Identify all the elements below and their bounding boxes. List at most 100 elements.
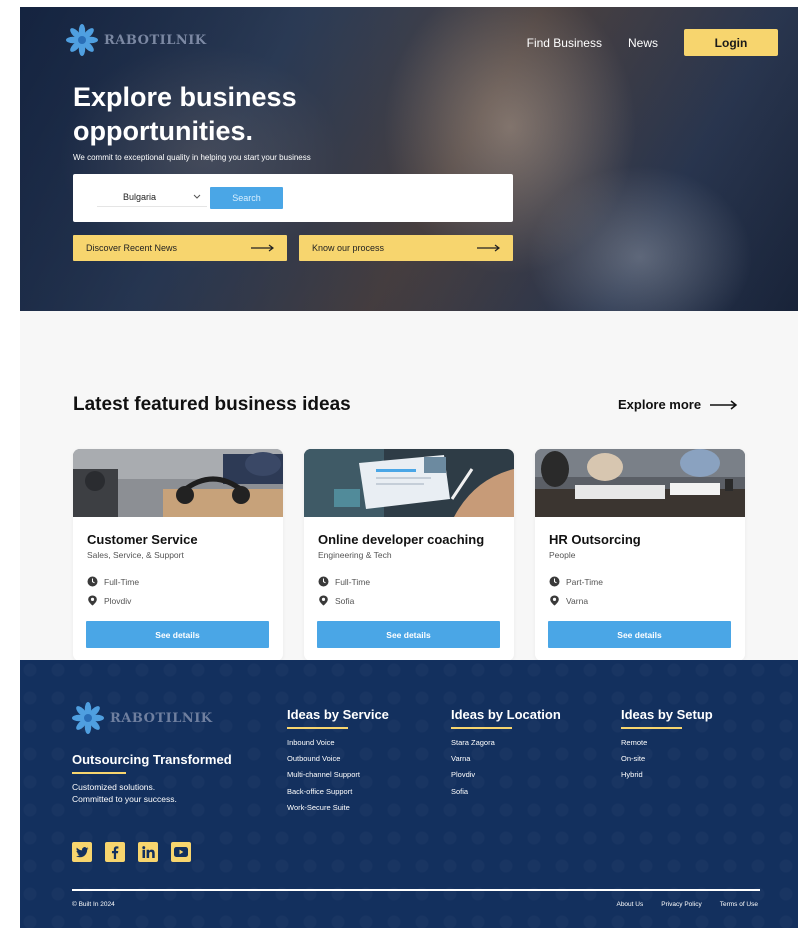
idea-card: HR Outsorcing People Part-Time Varna See… <box>535 449 745 661</box>
col-underline <box>287 727 348 729</box>
linkedin-icon[interactable] <box>138 842 158 862</box>
top-nav: Find Business News Login <box>527 29 778 56</box>
footer-link[interactable]: Multi-channel Support <box>287 770 360 786</box>
footer-description-line-1: Customized solutions. <box>72 782 156 792</box>
card-title: Online developer coaching <box>318 532 485 547</box>
nav-find-business[interactable]: Find Business <box>527 36 602 50</box>
tagline-underline <box>72 772 126 774</box>
facebook-icon[interactable] <box>105 842 125 862</box>
footer-link[interactable]: Hybrid <box>621 770 647 786</box>
footer-link[interactable]: Remote <box>621 738 647 754</box>
card-job-type: Full-Time <box>318 576 370 587</box>
social-links <box>72 842 191 862</box>
location-pin-icon <box>88 595 97 606</box>
see-details-button[interactable]: See details <box>548 621 731 648</box>
card-category: Engineering & Tech <box>318 550 392 560</box>
card-job-type-text: Full-Time <box>104 576 140 587</box>
idea-card: Online developer coaching Engineering & … <box>304 449 514 661</box>
card-category: People <box>549 550 576 560</box>
footer-link[interactable]: Sofia <box>451 787 495 803</box>
discover-news-label: Discover Recent News <box>86 243 178 253</box>
footer-col-service-title: Ideas by Service <box>287 707 389 722</box>
card-category: Sales, Service, & Support <box>87 550 184 560</box>
card-job-type: Full-Time <box>87 576 139 587</box>
footer-divider <box>72 889 760 891</box>
privacy-policy-link[interactable]: Privacy Policy <box>661 901 701 908</box>
col-underline <box>451 727 512 729</box>
card-image-meeting <box>535 449 745 517</box>
clock-icon <box>318 576 329 587</box>
idea-card: Customer Service Sales, Service, & Suppo… <box>73 449 283 661</box>
footer-description-line-2: Committed to your success. <box>72 794 177 804</box>
logo-text: RABOTILNIK <box>104 32 207 48</box>
footer-col-location-list: Stara Zagora Varna Plovdiv Sofia <box>451 738 495 803</box>
see-details-button[interactable]: See details <box>86 621 269 648</box>
search-panel: Bulgaria Search <box>73 174 513 222</box>
footer-link[interactable]: Work-Secure Suite <box>287 803 360 819</box>
footer-link[interactable]: Varna <box>451 754 495 770</box>
card-title: HR Outsorcing <box>549 532 641 547</box>
youtube-icon[interactable] <box>171 842 191 862</box>
card-location-text: Plovdiv <box>104 595 132 606</box>
country-select-value: Bulgaria <box>123 191 157 202</box>
hero-subtitle: We commit to exceptional quality in help… <box>73 153 311 162</box>
card-image-headset <box>73 449 283 517</box>
login-button[interactable]: Login <box>684 29 778 56</box>
card-job-type-text: Full-Time <box>335 576 371 587</box>
about-us-link[interactable]: About Us <box>616 901 643 908</box>
clock-icon <box>87 576 98 587</box>
see-details-button[interactable]: See details <box>317 621 500 648</box>
arrow-right-icon <box>710 399 738 410</box>
card-location: Sofia <box>318 595 354 606</box>
explore-more-label: Explore more <box>618 397 702 412</box>
card-job-type: Part-Time <box>549 576 603 587</box>
footer-copyright: © Built In 2024 <box>72 901 115 908</box>
footer-col-setup-title: Ideas by Setup <box>621 707 713 722</box>
card-location-text: Varna <box>566 595 589 606</box>
country-select[interactable]: Bulgaria <box>97 187 207 207</box>
terms-of-use-link[interactable]: Terms of Use <box>720 901 758 908</box>
location-pin-icon <box>550 595 559 606</box>
footer-link[interactable]: Inbound Voice <box>287 738 360 754</box>
search-button[interactable]: Search <box>210 187 283 209</box>
footer-legal-links: About Us Privacy Policy Terms of Use <box>616 901 758 908</box>
footer-col-location-title: Ideas by Location <box>451 707 561 722</box>
footer-link[interactable]: Stara Zagora <box>451 738 495 754</box>
hero-title: Explore business opportunities. <box>73 82 297 146</box>
footer: RABOTILNIK Outsourcing Transformed Custo… <box>20 660 798 928</box>
page: RABOTILNIK Find Business News Login Expl… <box>20 7 798 928</box>
featured-section-title: Latest featured business ideas <box>73 394 351 415</box>
card-title: Customer Service <box>87 532 198 547</box>
arrow-right-icon <box>477 244 500 252</box>
footer-description: Customized solutions. Committed to your … <box>72 781 177 805</box>
card-location: Plovdiv <box>87 595 131 606</box>
logo-flower-icon <box>66 24 98 56</box>
footer-logo[interactable]: RABOTILNIK <box>72 702 213 734</box>
chevron-down-icon <box>193 194 201 199</box>
arrow-right-icon <box>251 244 274 252</box>
nav-news[interactable]: News <box>628 36 658 50</box>
discover-news-button[interactable]: Discover Recent News <box>73 235 287 261</box>
footer-link[interactable]: Outbound Voice <box>287 754 360 770</box>
card-location-text: Sofia <box>335 595 355 606</box>
header-logo[interactable]: RABOTILNIK <box>66 24 207 56</box>
hero-section: RABOTILNIK Find Business News Login Expl… <box>20 7 798 311</box>
logo-text: RABOTILNIK <box>110 710 213 726</box>
footer-col-setup-list: Remote On-site Hybrid <box>621 738 647 787</box>
col-underline <box>621 727 682 729</box>
footer-link[interactable]: On-site <box>621 754 647 770</box>
footer-link[interactable]: Plovdiv <box>451 770 495 786</box>
card-location: Varna <box>549 595 588 606</box>
explore-more-link[interactable]: Explore more <box>618 397 738 412</box>
card-image-developer <box>304 449 514 517</box>
know-process-button[interactable]: Know our process <box>299 235 513 261</box>
location-pin-icon <box>319 595 328 606</box>
card-job-type-text: Part-Time <box>566 576 603 587</box>
logo-flower-icon <box>72 702 104 734</box>
twitter-icon[interactable] <box>72 842 92 862</box>
footer-col-service-list: Inbound Voice Outbound Voice Multi-chann… <box>287 738 360 819</box>
clock-icon <box>549 576 560 587</box>
footer-tagline: Outsourcing Transformed <box>72 752 232 767</box>
know-process-label: Know our process <box>312 243 385 253</box>
footer-link[interactable]: Back-office Support <box>287 787 360 803</box>
